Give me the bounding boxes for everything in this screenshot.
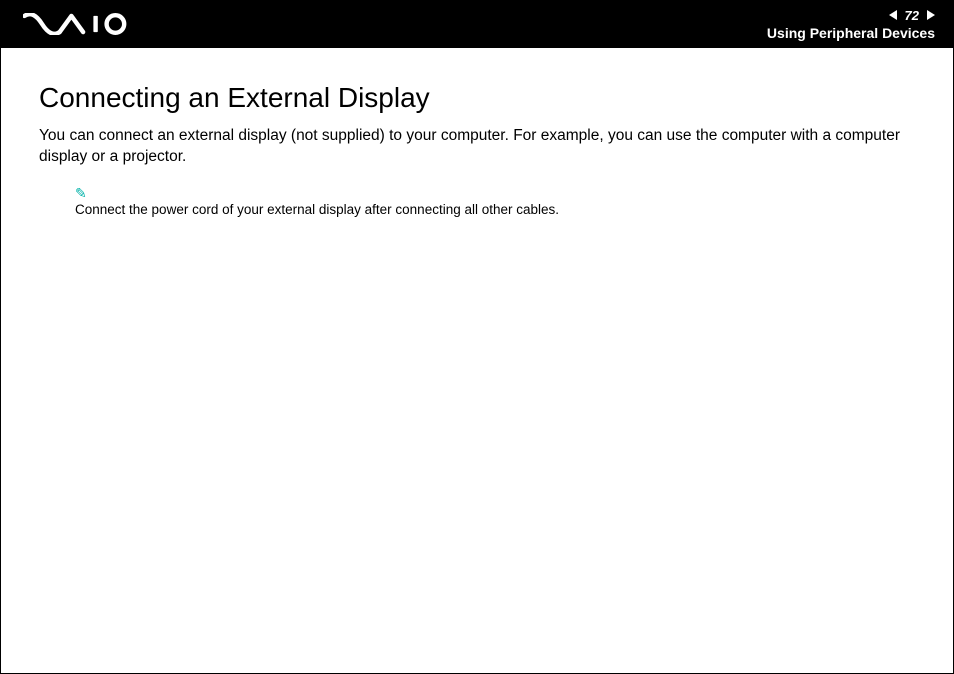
vaio-logo	[23, 1, 140, 47]
note-text: Connect the power cord of your external …	[75, 202, 559, 217]
section-title: Using Peripheral Devices	[767, 25, 935, 41]
header-right: 72 Using Peripheral Devices	[767, 1, 935, 47]
intro-paragraph: You can connect an external display (not…	[39, 126, 915, 168]
page-container: 72 Using Peripheral Devices Connecting a…	[0, 0, 954, 674]
next-page-arrow-icon[interactable]	[925, 10, 935, 20]
header-bar: 72 Using Peripheral Devices	[1, 1, 953, 47]
note-block: ✎ Connect the power cord of your externa…	[75, 186, 915, 217]
page-navigator: 72	[889, 8, 935, 23]
page-number: 72	[905, 8, 919, 23]
note-pencil-icon: ✎	[75, 186, 915, 200]
content-area: Connecting an External Display You can c…	[1, 48, 953, 217]
prev-page-arrow-icon[interactable]	[889, 10, 899, 20]
page-title: Connecting an External Display	[39, 82, 915, 114]
